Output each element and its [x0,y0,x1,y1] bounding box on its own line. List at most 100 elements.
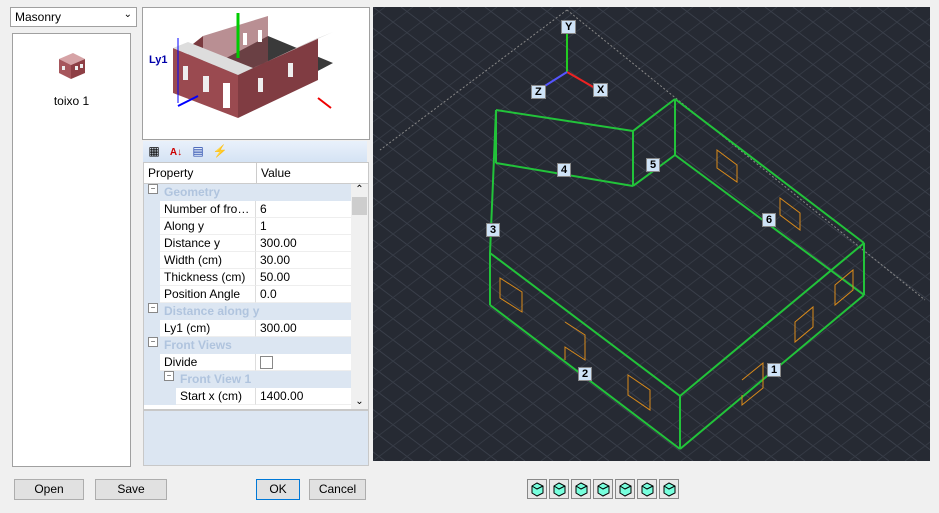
property-value[interactable]: 300.00 [260,236,297,250]
property-value[interactable]: 300.00 [260,321,297,335]
view-iso-4-icon[interactable] [593,479,613,499]
grid-line [904,6,939,34]
grid-line [456,95,939,462]
grid-line [624,222,939,462]
categorized-icon[interactable]: ▦ [145,142,163,160]
property-row[interactable]: Position Angle 0.0 [144,286,351,303]
grid-line [484,116,939,462]
property-name: Start x (cm) [176,388,256,405]
3d-viewport[interactable]: Y X Z 1 2 3 4 5 6 [0,6,939,462]
grid-line [344,10,939,462]
collapse-icon[interactable]: − [164,371,174,381]
grid-line [596,201,939,462]
sort-az-icon[interactable]: A↓ [167,144,185,162]
view-iso-7-icon[interactable] [659,479,679,499]
wall-label-5: 5 [646,158,661,172]
property-row[interactable]: Width (cm) 30.00 [144,252,351,269]
collapse-icon[interactable]: − [148,184,158,194]
y-axis-label: Y [561,20,577,34]
grid-line [848,6,939,76]
window-opening [499,277,523,313]
category-row[interactable]: − Front Views [144,337,351,354]
list-item[interactable]: toixo 1 [13,49,130,108]
property-value[interactable]: 30.00 [260,253,290,267]
wall-block-icon [58,53,85,79]
property-name: Width (cm) [160,252,256,269]
view-iso-2-icon[interactable] [549,479,569,499]
value-column-header[interactable]: Value [257,163,295,183]
property-row[interactable]: Start x (cm) 1400.00 [144,388,351,405]
grid-line [848,392,939,462]
property-row[interactable]: Divide [144,354,351,371]
material-select-value: Masonry [15,10,62,24]
divide-checkbox[interactable] [260,356,273,369]
property-row[interactable]: Number of front ... 6 [144,201,351,218]
door-opening [564,321,586,361]
grid-line [904,434,939,462]
wall-edge [495,109,634,132]
grid-line [876,6,939,55]
wall-label-6: 6 [762,213,777,227]
category-row[interactable]: − Geometry [144,184,351,201]
category-label: Geometry [164,185,221,199]
property-value[interactable]: 0.0 [260,287,277,301]
view-iso-5-icon[interactable] [615,479,635,499]
view-iso-1-icon[interactable] [527,479,547,499]
property-column-header[interactable]: Property [144,163,257,183]
wall-label-2: 2 [578,367,593,381]
category-label: Distance along y [164,304,260,318]
property-rows: − Geometry Number of front ... 6 Along y 1 Dis… [144,184,351,405]
grid-line [540,6,939,309]
chevron-down-icon: ⌄ [123,9,132,20]
grid-line [680,6,939,203]
element-list[interactable]: toixo 1 [12,33,131,467]
property-value[interactable]: 50.00 [260,270,290,284]
property-row[interactable]: Ly1 (cm) 300.00 [144,320,351,337]
grid-line [820,371,939,462]
grid-line [568,6,939,288]
grid-line [876,413,939,462]
scrollbar[interactable]: ⌃ ⌄ [351,184,368,409]
preview-image: Ly1 [142,7,370,140]
open-button[interactable]: Open [14,479,84,500]
property-name: Number of front ... [160,201,256,218]
category-label: Front View 1 [180,372,252,386]
grid-line [372,6,939,436]
grid-line [344,6,939,458]
property-value[interactable]: 6 [260,202,267,216]
material-select[interactable]: Masonry ⌄ [10,7,137,27]
wall-label-4: 4 [557,163,572,177]
view-buttons [527,479,681,501]
collapse-icon[interactable]: − [148,337,158,347]
property-toolbar: ▦ A↓ ▤ ⚡ [143,141,367,162]
property-value[interactable]: 1 [260,219,267,233]
grid-line [736,6,939,161]
view-iso-3-icon[interactable] [571,479,591,499]
view-iso-6-icon[interactable] [637,479,657,499]
ok-button[interactable]: OK [256,479,300,500]
property-row[interactable]: Along y 1 [144,218,351,235]
property-name: Thickness (cm) [160,269,256,286]
property-value[interactable]: 1400.00 [260,389,303,403]
x-axis [566,71,596,89]
grid-line [820,6,939,97]
list-item-label: toixo 1 [53,94,90,108]
cancel-button[interactable]: Cancel [309,479,366,500]
property-row[interactable]: Distance y 300.00 [144,235,351,252]
grid-line [624,6,939,246]
wall-label-1: 1 [767,363,782,377]
grid-line [652,243,939,462]
property-pages-icon[interactable]: ▤ [189,142,207,160]
category-row[interactable]: − Front View 1 [144,371,351,388]
property-name: Ly1 (cm) [160,320,256,337]
grid-line [652,6,939,225]
grid-line [456,6,939,373]
events-icon[interactable]: ⚡ [211,142,229,160]
property-row[interactable]: Thickness (cm) 50.00 [144,269,351,286]
collapse-icon[interactable]: − [148,303,158,313]
grid-line [540,159,939,462]
property-name: Position Angle [160,286,256,303]
category-row[interactable]: − Distance along y [144,303,351,320]
save-button[interactable]: Save [95,479,167,500]
dimension-label: Ly1 [149,54,168,66]
